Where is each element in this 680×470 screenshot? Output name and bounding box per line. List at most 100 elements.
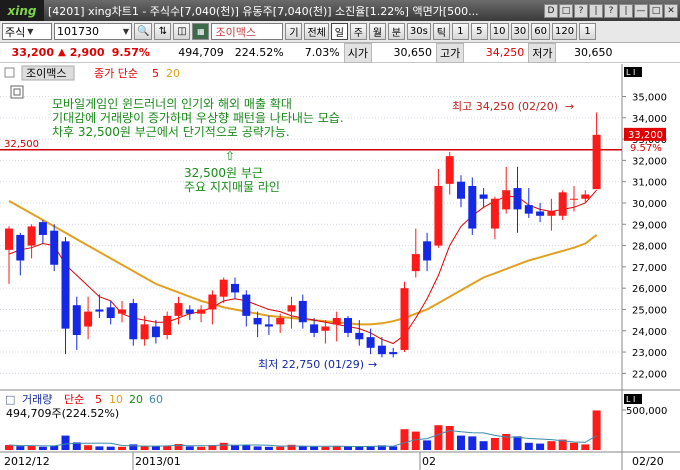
chart-area[interactable]: 35,00034,00033,00032,00031,00030,00029,0… [0,64,680,470]
candle-body [457,181,465,199]
candle-body [72,305,81,336]
chevron-down-icon: ▼ [27,27,34,36]
gi-button[interactable]: 기 [285,23,303,40]
minimize-button[interactable]: — [634,3,648,18]
candle-body [423,241,432,261]
period-30s-tab[interactable]: 30s [406,23,431,40]
volume-bar [27,445,36,450]
y-tick-label: 32,000 [632,156,667,167]
stock-code-input[interactable]: 101730 ▼ [54,23,132,40]
candle-body [174,303,183,316]
interval-5-button[interactable]: 5 [470,23,488,40]
toolbar: 주식 ▼ 101730 ▼ 🔍 ⇅ ◫ ▦ 조이맥스 기 전체 일 주 월 분 30… [0,21,680,43]
interval-60-button[interactable]: 60 [531,23,550,40]
volume-bar [185,446,194,450]
legend-ma-label: 종가 단순 [94,67,138,80]
candle-body [592,134,601,190]
stock-info-button[interactable]: ▦ [192,23,210,40]
volume-bar [570,442,578,450]
candle-body [377,345,386,355]
volume-bar [490,438,499,450]
volume-bar [355,446,364,450]
annotation-line-1: 모바일게임인 윈드러너의 인기와 해외 매출 확대 [52,97,292,111]
annotation-line-3: 차후 32,500원 부근에서 단기적으로 공략가능. [52,125,290,139]
low-arrow-icon: → [368,358,377,371]
all-button[interactable]: 전체 [304,23,329,40]
interval-30-button[interactable]: 30 [510,23,530,40]
volume-bar [445,426,454,450]
high-note: 최고 34,250 (02/20) [452,100,558,113]
candle-body [468,185,477,229]
volume-checkbox-icon[interactable]: □ [5,393,15,406]
market-select-value: 주식 [5,25,26,39]
candle-body [5,228,13,250]
period-daily-tab[interactable]: 일 [330,23,348,40]
candle-body [344,317,352,333]
candle-body [84,311,93,327]
volume-bar [264,446,273,450]
candle-body [547,211,556,216]
dock-button[interactable]: D [544,3,558,18]
sort-button[interactable]: ⇅ [154,23,172,40]
x-label-feb: 02 [422,455,436,468]
help-button[interactable]: ? [574,3,588,18]
period-tick-tab[interactable]: 틱 [432,23,450,40]
li-marker-volume-text: L I [626,395,635,404]
y-tick-label: 22,000 [632,369,667,380]
sort-icon: ⇅ [158,26,168,37]
volume-bar [310,446,319,450]
split-button-1[interactable]: | [589,3,603,18]
change-pct-tag: 9.57% [630,143,662,154]
volume-ma60: 60 [149,393,163,406]
candle-body [321,326,330,331]
interval-custom-button[interactable]: 1 [579,23,597,40]
volume-ma5: 5 [95,393,102,406]
volume-bar [479,441,488,450]
y-tick-label: 27,000 [632,263,667,274]
candle-body [219,279,228,297]
volume-bar [163,445,172,450]
volume-bar [118,446,126,450]
period-minute-tab[interactable]: 분 [387,23,405,40]
market-select[interactable]: 주식 ▼ [2,23,52,40]
stock-code-value: 101730 [57,25,99,38]
candle-body [38,222,47,235]
volume-bar [5,445,13,450]
frame-button[interactable]: □ [559,3,573,18]
volume-bar [434,425,443,450]
interval-120-button[interactable]: 120 [552,23,578,40]
high-price: 34,250 [485,46,525,59]
up-arrow-icon: ▲ [58,47,66,58]
high-arrow-icon: → [565,100,574,113]
search-button[interactable]: 🔍 [134,23,153,40]
close-button[interactable]: ✕ [664,3,678,18]
chart-setting-icon[interactable] [10,85,24,99]
volume-axis-label: 500,000 [626,406,667,417]
info-button[interactable]: ? [604,3,618,18]
period-weekly-tab[interactable]: 주 [349,23,367,40]
legend-checkbox[interactable] [4,67,15,78]
volume-bar [129,444,138,450]
window-buttons: D □ ? | ? | — □ ✕ [544,3,680,18]
candle-body [445,156,454,184]
candle-body [95,309,104,312]
candle-body [310,324,319,333]
current-price-tag-text: 33,200 [628,130,663,141]
candle-body [389,352,398,355]
price-chart[interactable]: 35,00034,00033,00032,00031,00030,00029,0… [0,64,680,470]
period-monthly-tab[interactable]: 월 [368,23,386,40]
x-label-jan: 2013/01 [135,455,181,468]
volume-bar [344,446,352,450]
volume-bar [253,446,262,450]
candle-body [16,234,25,261]
stock-name-field[interactable]: 조이맥스 [211,23,284,40]
volume-bar [389,446,398,450]
maximize-button[interactable]: □ [649,3,663,18]
split-button-2[interactable]: | [619,3,633,18]
volume-bar [197,446,206,450]
compare-button[interactable]: ◫ [173,23,191,40]
volume-title: 거래량 [22,393,52,406]
candle-body [400,288,409,350]
interval-1-button[interactable]: 1 [451,23,469,40]
interval-10-button[interactable]: 10 [489,23,509,40]
